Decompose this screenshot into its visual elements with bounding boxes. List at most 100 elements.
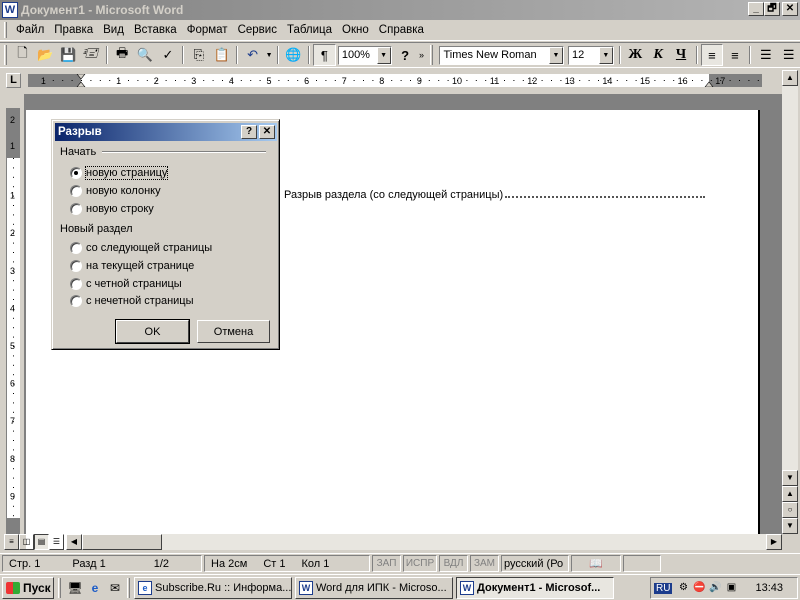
taskbar-grip[interactable] <box>127 577 130 598</box>
radio-button[interactable] <box>70 242 82 254</box>
scroll-up-icon[interactable]: ▲ <box>782 70 798 86</box>
bulleted-list-icon[interactable]: ☰ <box>777 44 800 66</box>
horizontal-ruler[interactable]: 11234567891011121314151617 <box>28 74 762 87</box>
bold-button[interactable]: Ж <box>624 44 647 66</box>
scroll-down-icon[interactable]: ▼ <box>782 470 798 486</box>
toolbar-grip[interactable] <box>430 45 434 65</box>
menu-file[interactable]: Файл <box>11 24 49 36</box>
dialog-title-bar[interactable]: Разрыв ? ✕ <box>55 123 277 141</box>
ok-button[interactable]: OK <box>115 319 190 344</box>
radio-button[interactable] <box>70 260 82 272</box>
horizontal-scroll-thumb[interactable] <box>82 534 162 550</box>
internet-explorer-icon[interactable]: e <box>85 578 105 598</box>
radio-new-page[interactable]: новую страницу <box>70 166 169 180</box>
status-trk[interactable]: ИСПР <box>403 555 437 572</box>
radio-odd-page[interactable]: с нечетной страницы <box>70 295 194 307</box>
menu-format[interactable]: Формат <box>182 24 233 36</box>
status-language[interactable]: русский (Ро <box>501 555 569 572</box>
radio-new-column[interactable]: новую колонку <box>70 185 161 197</box>
scroll-left-icon[interactable]: ◀ <box>66 534 82 550</box>
web-globe-icon[interactable]: 🌐 <box>282 44 305 66</box>
outline-view-icon[interactable]: ☰ <box>49 534 64 550</box>
spelling-status-icon[interactable]: 📖 <box>571 555 621 572</box>
task-word-ipk[interactable]: W Word для ИПК - Microso... <box>295 576 453 599</box>
new-document-icon[interactable]: 🗋 <box>11 44 34 66</box>
align-center-icon[interactable]: ≡ <box>723 44 746 66</box>
previous-page-icon[interactable]: ▲ <box>782 486 798 502</box>
menu-tools[interactable]: Сервис <box>233 24 282 36</box>
word-app-icon[interactable]: W <box>2 2 18 18</box>
menu-grip[interactable] <box>4 22 7 38</box>
indent-marker-left[interactable] <box>76 81 86 87</box>
vertical-ruler[interactable]: 2 1 1 2 3 4 5 6 7 8 9 <box>6 108 20 534</box>
status-ovr[interactable]: ЗАМ <box>470 555 499 572</box>
normal-view-icon[interactable]: ≡ <box>4 534 19 550</box>
numbered-list-icon[interactable]: ☰ <box>754 44 777 66</box>
copy-icon[interactable]: ⎘ <box>187 44 210 66</box>
radio-button[interactable] <box>70 295 82 307</box>
antivirus-icon[interactable]: ⛔ <box>691 580 707 596</box>
undo-dropdown-icon[interactable]: ▼ <box>264 44 274 66</box>
underline-button[interactable]: Ч <box>670 44 693 66</box>
vertical-scroll-track[interactable] <box>782 86 798 470</box>
task-document1[interactable]: W Документ1 - Microsof... <box>456 576 614 599</box>
menu-table[interactable]: Таблица <box>282 24 337 36</box>
minimize-button[interactable]: _ <box>748 2 764 16</box>
radio-even-page[interactable]: с четной страницы <box>70 278 182 290</box>
indent-marker-right[interactable] <box>704 81 714 87</box>
permission-icon[interactable]: 🖅 <box>80 44 103 66</box>
tab-selector[interactable]: L <box>6 73 21 88</box>
dialog-help-button[interactable]: ? <box>241 125 257 139</box>
language-indicator[interactable]: RU <box>654 582 673 594</box>
chevron-down-icon[interactable]: ▼ <box>598 46 613 64</box>
monitor-icon[interactable]: ▣ <box>723 580 739 596</box>
first-line-indent-marker[interactable] <box>76 74 86 80</box>
radio-button[interactable] <box>70 203 82 215</box>
taskbar-grip[interactable] <box>58 577 61 598</box>
outlook-express-icon[interactable]: ✉ <box>105 578 125 598</box>
horizontal-scrollbar[interactable]: ◀ ▶ <box>66 534 782 550</box>
print-preview-icon[interactable]: 🔍 <box>134 44 157 66</box>
open-folder-icon[interactable]: 📂 <box>34 44 57 66</box>
menu-edit[interactable]: Правка <box>49 24 98 36</box>
status-ext[interactable]: ВДЛ <box>439 555 468 572</box>
undo-icon[interactable]: ↶ <box>241 44 264 66</box>
task-subscribe[interactable]: e Subscribe.Ru :: Информа... <box>134 576 292 599</box>
menu-help[interactable]: Справка <box>374 24 429 36</box>
show-formatting-icon[interactable]: ¶ <box>312 44 336 66</box>
radio-current-page[interactable]: на текущей странице <box>70 260 194 272</box>
spelling-icon[interactable]: ✓ <box>156 44 179 66</box>
print-icon[interactable]: 🖶 <box>111 44 134 66</box>
restore-button[interactable]: 🗗 <box>764 2 780 16</box>
radio-button[interactable] <box>70 278 82 290</box>
menu-view[interactable]: Вид <box>98 24 129 36</box>
network-icon[interactable]: ⚙ <box>675 580 691 596</box>
scroll-right-icon[interactable]: ▶ <box>766 534 782 550</box>
font-select[interactable]: Times New Roman ▼ <box>439 45 564 65</box>
vertical-scrollbar[interactable]: ▲ ▼ ▲ ○ ▼ <box>782 70 798 534</box>
zoom-select[interactable]: 100% ▼ <box>337 45 392 65</box>
menu-window[interactable]: Окно <box>337 24 374 36</box>
status-rec[interactable]: ЗАП <box>372 555 401 572</box>
font-size-select[interactable]: 12 ▼ <box>567 45 614 65</box>
italic-button[interactable]: К <box>647 44 670 66</box>
show-desktop-icon[interactable]: 🖥 <box>65 578 85 598</box>
toolbar-grip[interactable] <box>4 45 7 65</box>
chevron-down-icon[interactable]: ▼ <box>548 46 563 64</box>
save-icon[interactable]: 💾 <box>57 44 80 66</box>
volume-icon[interactable]: 🔊 <box>707 580 723 596</box>
next-page-icon[interactable]: ▼ <box>782 518 798 534</box>
paste-icon[interactable]: 📋 <box>210 44 233 66</box>
menu-insert[interactable]: Вставка <box>129 24 182 36</box>
start-button[interactable]: Пуск <box>2 576 54 599</box>
cancel-button[interactable]: Отмена <box>197 320 270 343</box>
toolbar-overflow-icon[interactable]: » <box>417 44 427 66</box>
help-icon[interactable]: ? <box>394 44 417 66</box>
radio-next-page[interactable]: со следующей страницы <box>70 242 212 254</box>
horizontal-scroll-track[interactable] <box>82 534 766 550</box>
web-view-icon[interactable]: ◫ <box>19 534 34 550</box>
chevron-down-icon[interactable]: ▼ <box>376 46 391 64</box>
print-view-icon[interactable]: ▤ <box>34 534 49 550</box>
dialog-close-button[interactable]: ✕ <box>259 125 275 139</box>
close-button[interactable]: ✕ <box>782 2 798 16</box>
